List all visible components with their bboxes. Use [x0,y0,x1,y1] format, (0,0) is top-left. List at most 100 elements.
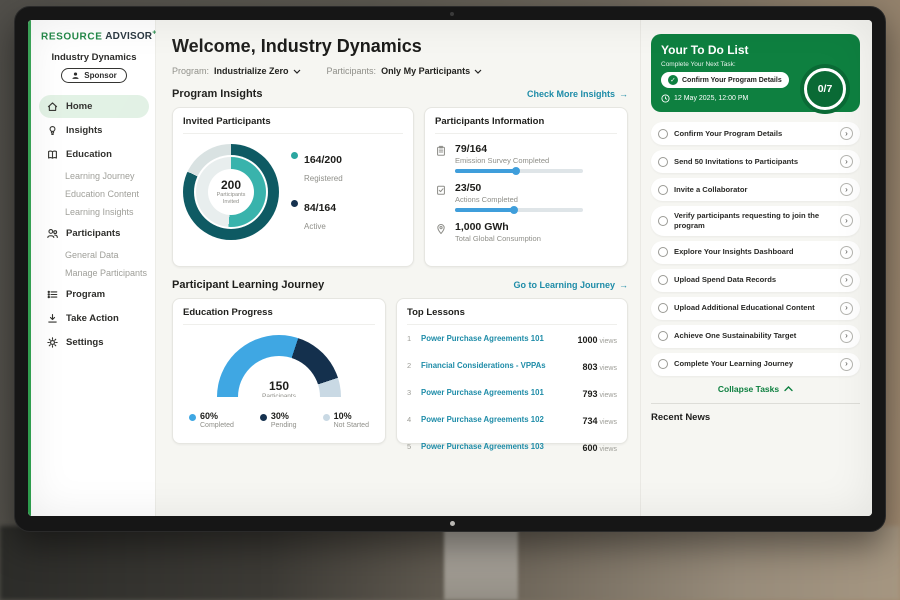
checklist-icon [435,184,447,196]
sidebar-item-insights[interactable]: Insights [39,119,149,142]
pale-dot-icon [323,414,330,421]
todo-panel: Your To Do List Complete Your Next Task:… [640,20,872,516]
chevron-right-icon[interactable]: › [840,274,853,287]
chevron-right-icon[interactable]: › [840,358,853,371]
sidebar-subitem-learning-insights[interactable]: Learning Insights [39,203,149,221]
app-logo: RESOURCE ADVISOR+ [39,30,149,42]
blue-dot-icon [189,414,196,421]
legend-registered: 164/200Registered [291,150,343,186]
webcam-dot [450,12,454,16]
navy-dot-icon [291,200,298,207]
page-title: Welcome, Industry Dynamics [172,36,628,57]
task-checkbox[interactable] [658,359,668,369]
task-checkbox[interactable] [658,157,668,167]
lesson-link[interactable]: Power Purchase Agreements 101 [421,334,571,343]
monitor-bezel: RESOURCE ADVISOR+ Industry Dynamics Spon… [14,6,886,532]
next-task-pill[interactable]: ✓ Confirm Your Program Details [661,72,789,88]
task-item[interactable]: Explore Your Insights Dashboard › [651,241,860,264]
sidebar: RESOURCE ADVISOR+ Industry Dynamics Spon… [28,20,156,516]
info-card-title: Participants Information [435,116,617,134]
task-item[interactable]: Confirm Your Program Details › [651,122,860,145]
check-icon: ✓ [668,75,678,85]
task-list: Confirm Your Program Details › Send 50 I… [651,122,860,376]
main-content: Welcome, Industry Dynamics Program: Indu… [156,20,640,516]
arrow-right-icon: → [619,89,628,99]
actions-progress-bar [455,208,583,212]
task-item[interactable]: Achieve One Sustainability Target › [651,325,860,348]
chevron-right-icon[interactable]: › [840,330,853,343]
check-more-insights-link[interactable]: Check More Insights → [527,89,628,99]
participants-filter: Participants: Only My Participants [327,66,483,76]
sidebar-item-home[interactable]: Home [39,95,149,118]
participants-filter-label: Participants: [327,66,377,76]
sidebar-item-education[interactable]: Education [39,143,149,166]
sidebar-item-take-action[interactable]: Take Action [39,307,149,330]
filters-row: Program: Industrialize Zero Participants… [172,66,628,76]
invited-participants-card: Invited Participants 200 Participants In… [172,107,414,267]
lesson-row: 3 Power Purchase Agreements 101 793views [407,379,617,406]
chevron-right-icon[interactable]: › [840,127,853,140]
task-item[interactable]: Verify participants requesting to join t… [651,206,860,236]
sidebar-subitem-manage-participants[interactable]: Manage Participants [39,264,149,282]
dashboard-screen: RESOURCE ADVISOR+ Industry Dynamics Spon… [28,20,872,516]
sidebar-item-program[interactable]: Program [39,283,149,306]
task-checkbox[interactable] [658,185,668,195]
task-checkbox[interactable] [658,331,668,341]
sidebar-item-settings[interactable]: Settings [39,331,149,354]
monitor-stand [444,528,518,600]
todo-summary-card: Your To Do List Complete Your Next Task:… [651,34,860,112]
sidebar-subitem-education-content[interactable]: Education Content [39,185,149,203]
lesson-link[interactable]: Power Purchase Agreements 101 [421,388,576,397]
program-insights-title: Program Insights [172,88,262,100]
chevron-right-icon[interactable]: › [840,155,853,168]
chevron-right-icon[interactable]: › [840,183,853,196]
lesson-link[interactable]: Financial Considerations - VPPAs [421,361,576,370]
task-item[interactable]: Upload Spend Data Records › [651,269,860,292]
actions-completed-row: 23/50 Actions Completed [435,173,617,212]
chevron-right-icon[interactable]: › [840,214,853,227]
lesson-link[interactable]: Power Purchase Agreements 102 [421,415,576,424]
task-checkbox[interactable] [658,216,668,226]
program-filter-dropdown[interactable]: Industrialize Zero [214,66,301,76]
navy-dot-icon [260,414,267,421]
lesson-row: 2 Financial Considerations - VPPAs 803vi… [407,352,617,379]
participants-filter-dropdown[interactable]: Only My Participants [381,66,482,76]
gear-icon [46,336,59,349]
chevron-down-icon [474,69,482,74]
chevron-right-icon[interactable]: › [840,302,853,315]
chevron-up-icon [784,386,793,392]
go-to-learning-journey-link[interactable]: Go to Learning Journey → [513,280,628,290]
people-icon [46,227,59,240]
person-icon [71,71,80,80]
collapse-tasks-button[interactable]: Collapse Tasks [651,384,860,394]
top-lessons-card: Top Lessons 1 Power Purchase Agreements … [396,298,628,444]
legend-completed: 60% Completed [189,411,234,429]
sidebar-subitem-general-data[interactable]: General Data [39,246,149,264]
recent-news-title: Recent News [651,404,860,423]
lessons-card-title: Top Lessons [407,307,617,325]
task-item[interactable]: Upload Additional Educational Content › [651,297,860,320]
sidebar-item-participants[interactable]: Participants [39,222,149,245]
invited-card-title: Invited Participants [183,116,403,134]
task-checkbox[interactable] [658,129,668,139]
chevron-down-icon [293,69,301,74]
sidebar-nav: Home Insights Education Learning Journey… [39,95,149,354]
task-item[interactable]: Complete Your Learning Journey › [651,353,860,376]
task-checkbox[interactable] [658,247,668,257]
teal-dot-icon [291,152,298,159]
lesson-link[interactable]: Power Purchase Agreements 103 [421,442,576,451]
sidebar-subitem-learning-journey[interactable]: Learning Journey [39,167,149,185]
legend-active: 84/164Active [291,198,343,234]
education-gauge-chart: 150 Participants [217,335,341,397]
task-item[interactable]: Invite a Collaborator › [651,178,860,201]
lesson-row: 1 Power Purchase Agreements 101 1000view… [407,325,617,352]
task-checkbox[interactable] [658,303,668,313]
todo-progress-circle: 0/7 [800,64,850,114]
arrow-right-icon: → [619,280,628,290]
task-checkbox[interactable] [658,275,668,285]
participants-information-card: Participants Information 79/164 Emission… [424,107,628,267]
task-item[interactable]: Send 50 Invitations to Participants › [651,150,860,173]
chevron-right-icon[interactable]: › [840,246,853,259]
photo-background: RESOURCE ADVISOR+ Industry Dynamics Spon… [0,0,900,600]
lightbulb-icon [46,124,59,137]
